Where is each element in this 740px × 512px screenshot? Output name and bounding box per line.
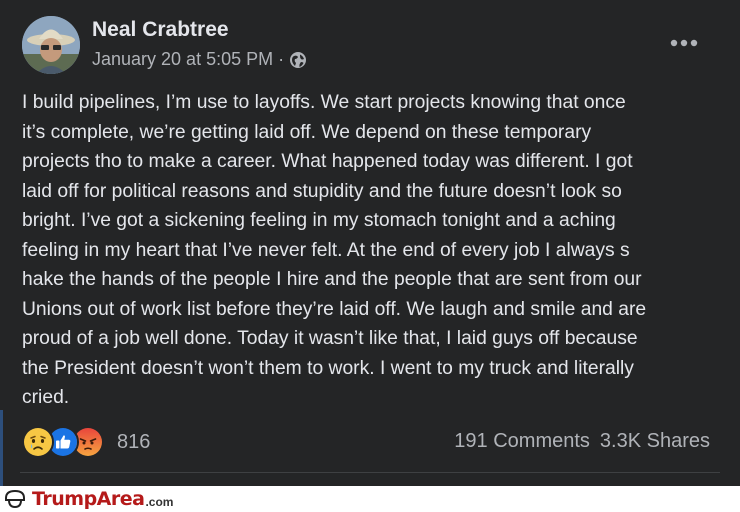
post-text-line: bright. I’ve got a sickening feeling in … <box>22 210 616 231</box>
avatar[interactable] <box>22 16 80 74</box>
post-text-line: Unions out of work list before they’re l… <box>22 298 647 320</box>
watermark-brand: TrumpArea <box>32 488 145 510</box>
meta-separator: · <box>278 49 285 69</box>
post-text-line: proud of a job well done. Today it wasn’… <box>22 328 638 349</box>
reactions-summary[interactable]: 816 <box>22 426 150 458</box>
reaction-count: 816 <box>117 430 151 453</box>
post-text-line: it’s complete, we’re getting laid off. W… <box>22 121 592 143</box>
more-options-button[interactable] <box>668 30 700 56</box>
post-text-line: the President doesn’t won’t them to work… <box>22 357 634 379</box>
author-name[interactable]: Neal Crabtree <box>92 18 229 42</box>
post-text-line: feeling in my heart that I’ve never felt… <box>22 239 630 261</box>
comments-count-link[interactable]: 191 Comments <box>454 430 590 452</box>
watermark: TrumpArea .com <box>4 488 173 510</box>
more-horizontal-icon <box>670 39 698 47</box>
post-text-line: cried. <box>22 387 70 408</box>
post-text-line: laid off for political reasons and stupi… <box>22 180 622 202</box>
post-meta: January 20 at 5:05 PM · <box>92 49 307 70</box>
post-text-line: I build pipelines, I’m use to layoffs. W… <box>22 92 626 113</box>
sad-reaction-icon <box>22 426 54 458</box>
post-text-line: hake the hands of the people I hire and … <box>22 269 642 290</box>
divider <box>20 472 720 473</box>
shares-count-link[interactable]: 3.3K Shares <box>600 430 710 452</box>
post-timestamp[interactable]: January 20 at 5:05 PM <box>92 49 273 70</box>
post-body: I build pipelines, I’m use to layoffs. W… <box>22 88 722 413</box>
post-stats: 191 Comments 3.3K Shares <box>454 430 710 453</box>
post-card: Neal Crabtree January 20 at 5:05 PM · I … <box>0 0 740 486</box>
post-text-line: projects tho to make a career. What happ… <box>22 151 633 172</box>
watermark-suffix: .com <box>145 494 174 509</box>
globe-icon <box>289 51 307 69</box>
watermark-bar: TrumpArea .com <box>0 486 740 512</box>
trumparea-logo-icon <box>5 489 25 509</box>
edge-accent <box>0 410 3 486</box>
